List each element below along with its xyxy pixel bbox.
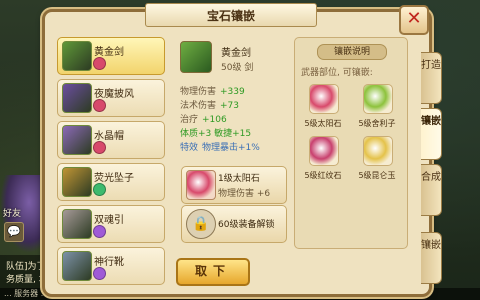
inlay-info-panel: 镶嵌说明 武器部位, 可镶嵌: 5级太阳石 5级舍利子 5级红纹石 5级昆仑玉 (294, 37, 408, 249)
tab-label: 打造 (421, 60, 441, 71)
gem-icon (93, 267, 106, 280)
sword-icon (180, 41, 212, 73)
detail-name: 黄金剑 (221, 48, 251, 59)
chat-line: 队伍]为了 (6, 262, 46, 272)
gem-icon (93, 183, 106, 196)
friend-label: 好友 (3, 209, 22, 219)
boots-icon (62, 251, 92, 281)
equipment-name: 黄金剑 (94, 47, 124, 58)
tab-inlay[interactable]: 镶嵌 (421, 108, 442, 160)
gem-name: 5级舍利子 (358, 119, 396, 128)
pendant-icon (62, 167, 92, 197)
stat-line: 法术伤害 +73 (180, 98, 239, 111)
chat-icon[interactable]: 💬 (4, 222, 24, 242)
belt-icon (62, 209, 92, 239)
equipment-item[interactable]: 黄金剑 (57, 37, 165, 75)
title-ribbon: 宝石镶嵌 (145, 3, 317, 27)
equipment-item[interactable]: 神行靴 (57, 247, 165, 285)
gem-icon (93, 141, 106, 154)
stat-value: +73 (220, 101, 240, 111)
stat-value: +339 (220, 87, 245, 97)
tab-inlay-2[interactable]: 镶嵌 (421, 232, 442, 284)
stat-label: 治疗 (180, 115, 199, 125)
stat-line: 治疗 +106 (180, 112, 227, 125)
gem-socket[interactable]: 1级太阳石 物理伤害 +6 (181, 166, 287, 204)
sword-icon (62, 41, 92, 71)
equipment-detail: 黄金剑 50级 剑 物理伤害 +339 法术伤害 +73 治疗 +106 体质+3 敏… (177, 38, 289, 153)
socket-unlock-text: 60级装备解锁 (218, 220, 275, 230)
red-pattern-stone-icon (309, 136, 339, 166)
gem-icon (93, 57, 106, 70)
stat-label: 物理伤害 (180, 87, 217, 97)
gem-name: 5级红纹石 (304, 171, 342, 180)
close-button[interactable]: ✕ (399, 5, 429, 35)
lock-icon: 🔒 (186, 209, 216, 239)
stat-value: +106 (202, 115, 227, 125)
equipment-name: 水晶帽 (94, 131, 124, 142)
kunlun-jade-icon (363, 136, 393, 166)
gem-icon (93, 99, 106, 112)
hat-icon (62, 125, 92, 155)
gem-name: 5级太阳石 (304, 119, 342, 128)
window-title: 宝石镶嵌 (206, 9, 255, 23)
cape-icon (62, 83, 92, 113)
tab-label: 镶嵌 (421, 116, 441, 127)
stat-line: 物理伤害 +339 (180, 84, 245, 97)
special-label: 特效 (180, 143, 199, 153)
special-value: 物理暴击+1% (202, 143, 260, 153)
sun-stone-icon (186, 170, 216, 200)
special-effect: 特效 物理暴击+1% (180, 140, 260, 153)
equipment-item[interactable]: 双魂引 (57, 205, 165, 243)
extra-stats: 体质+3 敏捷+15 (180, 129, 252, 139)
socket-gem-effect: 物理伤害 +6 (218, 189, 271, 199)
info-subtitle: 武器部位, 可镶嵌: (301, 68, 373, 78)
tab-combine[interactable]: 合成 (421, 164, 442, 216)
detail-level: 50级 剑 (221, 63, 254, 73)
stat-label: 法术伤害 (180, 101, 217, 111)
sun-stone-icon (309, 84, 339, 114)
tab-label: 镶嵌 (421, 240, 441, 251)
locked-socket[interactable]: 🔒 60级装备解锁 (181, 205, 287, 243)
equipment-item[interactable]: 夜魔披风 (57, 79, 165, 117)
tab-label: 合成 (421, 172, 441, 183)
gem-name: 5级昆仑玉 (358, 171, 396, 180)
gem-icon (93, 225, 106, 238)
equipment-item[interactable]: 荧光坠子 (57, 163, 165, 201)
equipment-list: 黄金剑 夜魔披风 水晶帽 荧光坠子 双魂引 神行靴 (57, 37, 165, 287)
socket-gem-name: 1级太阳石 (218, 174, 260, 184)
equipment-name: 双魂引 (94, 215, 124, 226)
remove-gem-button[interactable]: 取下 (176, 258, 250, 286)
equipment-name: 神行靴 (94, 257, 124, 268)
equipment-name: 荧光坠子 (94, 173, 134, 184)
equipment-name: 夜魔披风 (94, 89, 134, 100)
relic-icon (363, 84, 393, 114)
equipment-item[interactable]: 水晶帽 (57, 121, 165, 159)
tab-forge[interactable]: 打造 (421, 52, 442, 104)
info-header: 镶嵌说明 (317, 44, 387, 60)
